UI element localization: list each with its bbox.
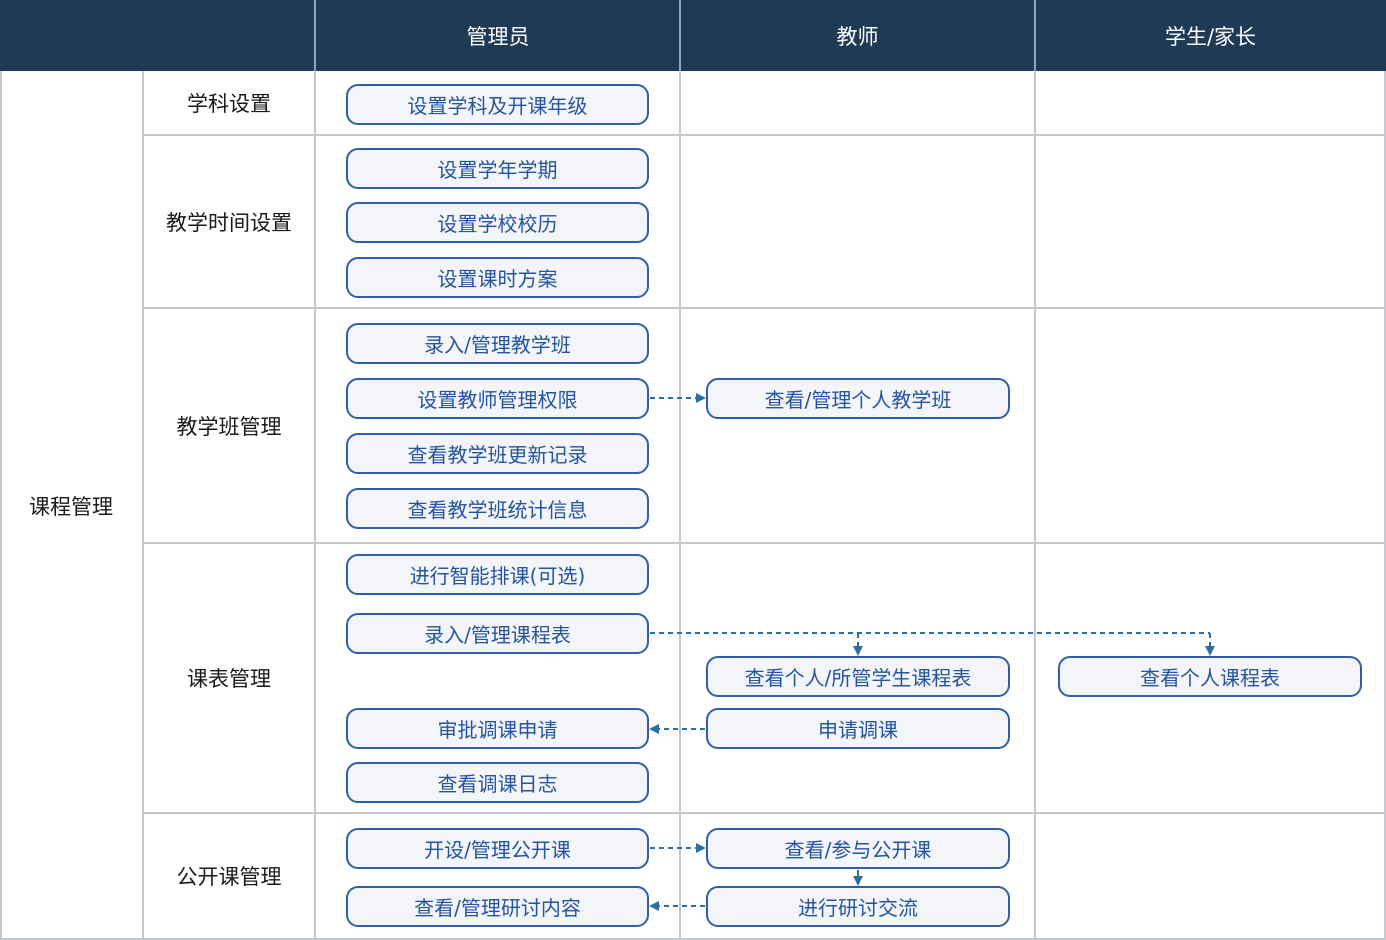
grid-line: [1034, 71, 1036, 940]
header-teacher: 教师: [680, 0, 1035, 71]
section-label-subject: 学科设置: [187, 91, 271, 116]
section-label-teaching-class: 教学班管理: [176, 414, 282, 439]
node-approve-reschedule[interactable]: 审批调课申请: [346, 708, 649, 749]
header-corner: [0, 0, 316, 71]
header-divider: [679, 0, 681, 71]
node-enter-manage-timetable[interactable]: 录入/管理课程表: [346, 613, 649, 654]
node-set-school-year-term[interactable]: 设置学年学期: [346, 148, 649, 189]
section-label-timetable: 课表管理: [187, 667, 271, 691]
grid-line: [142, 812, 1386, 814]
node-view-manage-own-class[interactable]: 查看/管理个人教学班: [706, 378, 1010, 419]
section-label-teaching-time: 教学时间设置: [166, 210, 292, 235]
header-admin: 管理员: [316, 0, 680, 71]
node-open-manage-open-class[interactable]: 开设/管理公开课: [346, 828, 649, 869]
node-view-own-timetable[interactable]: 查看个人课程表: [1058, 656, 1362, 697]
node-view-own-student-timetable[interactable]: 查看个人/所管学生课程表: [706, 656, 1010, 697]
node-view-class-update-log[interactable]: 查看教学班更新记录: [346, 433, 649, 474]
node-view-reschedule-log[interactable]: 查看调课日志: [346, 762, 649, 803]
node-view-class-statistics[interactable]: 查看教学班统计信息: [346, 488, 649, 529]
node-set-teacher-permissions[interactable]: 设置教师管理权限: [346, 378, 649, 419]
header-divider: [1034, 0, 1036, 71]
node-discussion-exchange[interactable]: 进行研讨交流: [706, 886, 1010, 927]
grid-line: [142, 134, 1386, 136]
node-enter-manage-teaching-class[interactable]: 录入/管理教学班: [346, 323, 649, 364]
grid-line: [314, 71, 316, 940]
node-smart-scheduling[interactable]: 进行智能排课(可选): [346, 554, 649, 595]
module-label: 课程管理: [29, 494, 113, 519]
grid-line: [679, 71, 681, 940]
node-set-period-scheme[interactable]: 设置课时方案: [346, 257, 649, 298]
header-divider: [314, 0, 316, 71]
section-label-open-class: 公开课管理: [176, 865, 282, 889]
node-set-school-calendar[interactable]: 设置学校校历: [346, 202, 649, 243]
node-apply-reschedule[interactable]: 申请调课: [706, 708, 1010, 749]
header-student-parent: 学生/家长: [1035, 0, 1386, 71]
grid-line: [142, 307, 1386, 309]
node-view-join-open-class[interactable]: 查看/参与公开课: [706, 828, 1010, 869]
grid-line: [142, 542, 1386, 544]
node-view-manage-discussion[interactable]: 查看/管理研讨内容: [346, 886, 649, 927]
course-management-diagram: 管理员 教师 学生/家长 课程管理 学科设置 教学时间设置 教学班管理 课表管理…: [0, 0, 1386, 940]
node-set-subjects-grades[interactable]: 设置学科及开课年级: [346, 84, 649, 125]
